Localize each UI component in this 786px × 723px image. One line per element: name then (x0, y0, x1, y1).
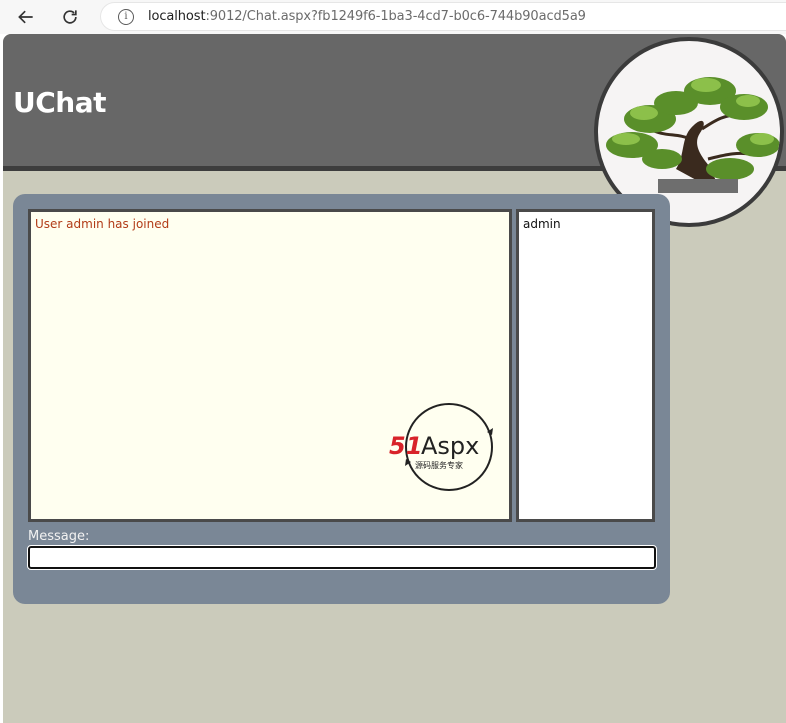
watermark-tagline: 源码服务专家 (415, 460, 463, 470)
message-input[interactable] (27, 545, 657, 570)
arrow-left-icon (18, 10, 33, 24)
user-list-item[interactable]: admin (523, 217, 561, 231)
header: UChat (3, 34, 786, 227)
watermark-51: 51 (389, 432, 422, 460)
user-list[interactable]: admin (516, 209, 655, 522)
address-bar[interactable]: i localhost:9012/Chat.aspx?fb1249f6-1ba3… (100, 2, 786, 31)
url-path: :9012/Chat.aspx?fb1249f6-1ba3-4cd7-b0c6-… (205, 9, 586, 24)
watermark-aspx: Aspx (421, 432, 479, 460)
reload-button[interactable] (57, 4, 83, 30)
browser-toolbar: i localhost:9012/Chat.aspx?fb1249f6-1ba3… (0, 0, 786, 34)
info-icon[interactable]: i (118, 8, 134, 25)
message-label: Message: (28, 529, 90, 544)
chat-message: User admin has joined (35, 217, 170, 231)
page: UChat User admin has joined 51 Aspx 源码服务… (3, 34, 786, 723)
back-button[interactable] (13, 4, 39, 30)
chat-panel: User admin has joined 51 Aspx 源码服务专家 adm… (13, 194, 670, 604)
messages-pane[interactable]: User admin has joined 51 Aspx 源码服务专家 (28, 209, 512, 522)
watermark-logo: 51 Aspx 源码服务专家 (387, 402, 509, 494)
url-host: localhost (148, 9, 206, 24)
app-title: UChat (13, 86, 107, 119)
reload-icon (63, 10, 77, 24)
url-text[interactable]: localhost:9012/Chat.aspx?fb1249f6-1ba3-4… (148, 9, 586, 24)
